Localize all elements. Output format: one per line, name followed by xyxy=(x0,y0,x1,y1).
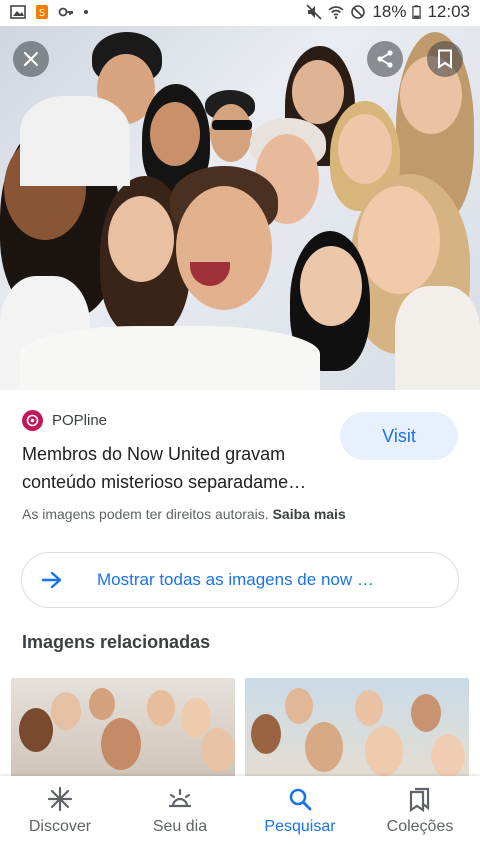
asterisk-icon xyxy=(47,786,73,812)
person-face xyxy=(201,728,235,772)
person-face xyxy=(176,186,272,310)
nav-pesquisar-label: Pesquisar xyxy=(264,818,336,835)
notification-dot-icon xyxy=(84,10,88,14)
visit-button[interactable]: Visit xyxy=(340,412,458,460)
key-icon xyxy=(58,7,73,17)
close-button[interactable] xyxy=(13,41,49,77)
result-title[interactable]: Membros do Now United gravam conteúdo mi… xyxy=(22,440,337,496)
person-face xyxy=(150,102,200,166)
related-image-thumbnail[interactable] xyxy=(245,678,469,778)
gallery-icon xyxy=(10,5,26,19)
share-button[interactable] xyxy=(367,41,403,77)
person-face xyxy=(51,692,81,730)
status-bar: S 18% 12:03 xyxy=(0,0,480,24)
learn-more-link[interactable]: Saiba mais xyxy=(273,506,346,522)
person-face xyxy=(108,196,174,282)
nav-colecoes-label: Coleções xyxy=(386,818,454,835)
battery-icon xyxy=(412,5,422,19)
person-face xyxy=(101,718,141,770)
svg-text:S: S xyxy=(39,8,45,19)
close-icon xyxy=(23,51,39,67)
person-face xyxy=(89,688,115,720)
popline-logo-icon xyxy=(22,410,43,431)
person-face xyxy=(431,734,465,778)
nav-discover-label: Discover xyxy=(28,818,92,835)
person-face xyxy=(300,246,362,326)
person-shirt xyxy=(395,286,480,390)
person-face xyxy=(358,186,440,294)
person-face xyxy=(19,708,53,752)
battery-percent: 18% xyxy=(372,2,407,21)
person-face xyxy=(210,104,252,162)
status-right-icons: 18% 12:03 xyxy=(306,2,470,22)
nav-discover[interactable]: Discover xyxy=(0,776,120,846)
show-all-label: Mostrar todas as imagens de now … xyxy=(97,570,374,589)
person-shirt xyxy=(20,326,320,390)
bookmark-button[interactable] xyxy=(427,41,463,77)
share-icon xyxy=(377,50,393,68)
person-face xyxy=(251,714,281,754)
wifi-icon xyxy=(328,6,344,19)
person-face xyxy=(338,114,392,184)
person-face xyxy=(147,690,175,726)
related-images-heading: Imagens relacionadas xyxy=(22,632,211,652)
bookmarks-icon xyxy=(409,787,430,812)
status-left-icons: S xyxy=(10,4,88,20)
bookmark-icon xyxy=(438,49,452,69)
do-not-disturb-icon xyxy=(351,5,366,19)
copyright-text: As imagens podem ter direitos autorais. xyxy=(22,506,269,522)
source-name: POPline xyxy=(52,412,108,429)
person-face xyxy=(411,694,441,732)
nav-colecoes[interactable]: Coleções xyxy=(360,776,480,846)
related-image-thumbnail[interactable] xyxy=(11,678,235,778)
app-notification-icon: S xyxy=(36,5,48,19)
person-face xyxy=(292,60,344,124)
hero-image[interactable] xyxy=(0,26,480,390)
mute-icon xyxy=(306,4,322,20)
person-face xyxy=(285,688,313,724)
clock-time: 12:03 xyxy=(427,2,470,21)
person-face xyxy=(305,722,343,772)
nav-pesquisar[interactable]: Pesquisar xyxy=(240,776,360,846)
person-shirt xyxy=(20,96,130,186)
search-icon xyxy=(289,788,312,811)
sunrise-icon xyxy=(169,788,191,808)
nav-seu-dia-label: Seu dia xyxy=(152,818,208,835)
person-face xyxy=(355,690,383,726)
sunglasses xyxy=(212,120,252,130)
arrow-right-icon xyxy=(22,571,82,589)
bottom-navigation: Discover Seu dia Pesquisar Coleções xyxy=(0,776,480,846)
nav-seu-dia[interactable]: Seu dia xyxy=(120,776,240,846)
copyright-notice: As imagens podem ter direitos autorais. … xyxy=(22,506,346,522)
source-row[interactable]: POPline xyxy=(22,410,107,431)
person-face xyxy=(365,726,403,776)
show-all-images-button[interactable]: Mostrar todas as imagens de now … xyxy=(21,552,459,608)
